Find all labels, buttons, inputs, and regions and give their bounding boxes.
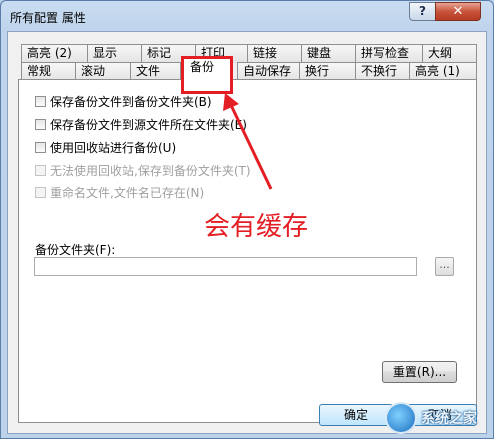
window-title: 所有配置 属性 — [10, 11, 86, 25]
option-backup-to-folder[interactable]: 保存备份文件到备份文件夹(B) — [35, 93, 212, 109]
option-label: 保存备份文件到源文件所在文件夹(E) — [50, 117, 247, 132]
tab-links[interactable]: 链接 — [247, 44, 302, 63]
checkbox-fallback-to-folder — [35, 164, 46, 176]
checkbox-rename-existing — [35, 186, 46, 198]
checkbox-backup-to-folder[interactable] — [35, 95, 46, 107]
option-label: 重命名文件,文件名已存在(N) — [50, 185, 205, 200]
tab-display[interactable]: 显示 — [87, 44, 142, 63]
title-bar[interactable]: 所有配置 属性 ? ✕ — [1, 1, 493, 31]
watermark-text: 系统之家 — [421, 411, 477, 427]
option-label: 使用回收站进行备份(U) — [50, 140, 177, 155]
option-backup-to-source-folder[interactable]: 保存备份文件到源文件所在文件夹(E) — [35, 116, 247, 132]
option-use-recycle-bin[interactable]: 使用回收站进行备份(U) — [35, 139, 176, 155]
option-label: 保存备份文件到备份文件夹(B) — [50, 94, 212, 109]
checkbox-backup-to-source-folder[interactable] — [35, 118, 46, 130]
help-button[interactable]: ? — [409, 2, 436, 21]
tab-keyboard[interactable]: 键盘 — [301, 44, 356, 63]
option-rename-existing: 重命名文件,文件名已存在(N) — [35, 184, 204, 200]
option-label: 无法使用回收站,保存到备份文件夹(T) — [50, 163, 251, 178]
browse-folder-button[interactable]: ... — [435, 257, 454, 276]
reset-button[interactable]: 重置(R)... — [382, 361, 457, 383]
annotation-highlight-box — [181, 56, 233, 94]
properties-dialog: 所有配置 属性 ? ✕ 高亮 (2) 显示 标记 打印 链接 键盘 拼写检查 大… — [0, 0, 494, 439]
annotation-text: 会有缓存 — [204, 212, 309, 242]
backup-folder-label: 备份文件夹(F): — [35, 243, 116, 257]
ok-button[interactable]: 确定 — [319, 404, 393, 426]
close-button[interactable]: ✕ — [435, 2, 481, 21]
watermark: 系统之家 — [385, 399, 493, 437]
tab-spellcheck[interactable]: 拼写检查 — [355, 44, 423, 63]
tab-highlight-2[interactable]: 高亮 (2) — [21, 44, 88, 63]
backup-folder-input[interactable] — [34, 257, 417, 276]
option-fallback-to-folder: 无法使用回收站,保存到备份文件夹(T) — [35, 162, 251, 178]
watermark-logo-icon — [385, 402, 417, 434]
tab-outline[interactable]: 大纲 — [422, 44, 477, 63]
checkbox-use-recycle-bin[interactable] — [35, 141, 46, 153]
